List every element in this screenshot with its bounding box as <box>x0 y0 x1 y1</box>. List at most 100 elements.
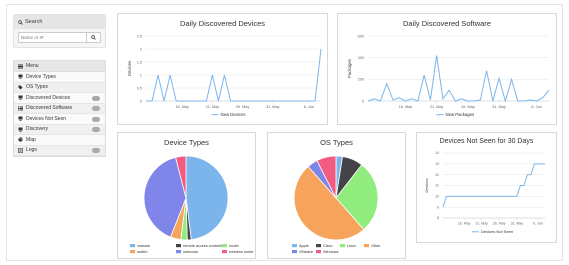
search-header: Search <box>14 15 105 29</box>
software-line-chart: 0 200 400 600 16. May 21. May 26. May 31. May 6.… <box>347 34 550 117</box>
item-badge <box>92 127 100 132</box>
legend-swatch <box>130 250 135 254</box>
x-tick-label: 6. Jun <box>533 222 543 226</box>
menu-list-icon <box>18 64 23 68</box>
y-tick-label: 13 <box>435 162 439 166</box>
item-badge <box>92 95 100 101</box>
desktop-icon <box>18 74 23 79</box>
search-input[interactable] <box>18 32 88 43</box>
sidebar-item-label: OS Types <box>26 84 48 91</box>
devices-line-chart: 0 0.5 1 1.5 2 2.5 16. May 21. May 26. May 31. May… <box>127 34 322 117</box>
tag-icon <box>18 85 23 90</box>
panel-devices-not-seen: Devices Not Seen for 30 Days 8 9 10 11 12 13 1… <box>416 132 557 243</box>
x-tick-label: 21. May <box>475 222 488 226</box>
legend-label: vmware <box>137 244 150 248</box>
search-button[interactable] <box>87 32 101 43</box>
search-icon <box>91 35 96 40</box>
legend-swatch <box>176 244 181 248</box>
y-tick-label: 2.5 <box>137 34 142 38</box>
menu-title: Menu <box>26 62 39 69</box>
y-tick-label: 1.5 <box>137 60 142 64</box>
desktop-icon <box>18 116 23 121</box>
legend-label: Cisco <box>323 244 333 248</box>
desktop-icon <box>18 95 23 100</box>
y-tick-label: 14 <box>435 151 439 155</box>
legend-swatch <box>130 244 135 248</box>
legend-label: wireless router <box>229 250 254 254</box>
sidebar-item-logs[interactable]: Logs <box>14 145 105 156</box>
legend-label: remote access controller <box>183 244 225 248</box>
sidebar-item-label: Discovered Software <box>26 105 73 112</box>
sidebar-item-discovered-devices[interactable]: Discovered Devices <box>14 93 105 104</box>
x-tick-label: 31. May <box>266 105 280 109</box>
x-tick-label: 31. May <box>511 222 524 226</box>
legend-label: unknown <box>183 250 198 254</box>
y-tick-label: 9 <box>437 205 439 209</box>
sidebar-item-label: Device Types <box>26 73 56 80</box>
y-tick-label: 0.5 <box>137 86 142 90</box>
y-tick-label: 8 <box>437 216 439 220</box>
y-tick-label: 10 <box>435 195 439 199</box>
x-tick-label: 16. May <box>458 222 471 226</box>
legend-label: router <box>229 244 240 248</box>
sidebar-item-discovered-software[interactable]: Discovered Software <box>14 103 105 114</box>
y-tick-label: 2 <box>140 47 142 51</box>
x-tick-label: 26. May <box>493 222 506 226</box>
legend-swatch <box>176 250 181 254</box>
legend-swatch <box>292 244 297 248</box>
panel-daily-discovered-software: Daily Discovered Software 0 200 400 600 16. … <box>337 13 557 125</box>
sidebar-item-discovery[interactable]: Discovery <box>14 124 105 135</box>
list-icon <box>18 106 23 111</box>
search-panel: Search <box>13 14 106 48</box>
not-seen-line-chart: 8 9 10 11 12 13 14 16. May 21. May 26. May 31. May… <box>424 151 545 234</box>
globe-icon <box>18 137 23 142</box>
panel-os-types: OS Types Apple Cisco Linux Other VMware Windo… <box>267 132 406 259</box>
legend-label: Devices Not Seen <box>481 229 513 234</box>
legend-swatch <box>316 250 321 254</box>
x-tick-label: 6. Jun <box>531 105 541 109</box>
y-axis-label: Devices <box>127 61 132 76</box>
search-title: Search <box>25 19 43 25</box>
y-tick-label: 0 <box>362 99 364 103</box>
y-tick-label: 200 <box>358 78 364 82</box>
panel-daily-discovered-devices: Daily Discovered Devices 0 0.5 1 1.5 2 2.5 16.… <box>117 13 328 125</box>
sidebar-item-label: Map <box>26 136 36 143</box>
y-tick-label: 1 <box>140 73 142 77</box>
legend-label: switch <box>137 250 148 254</box>
x-tick-label: 21. May <box>430 105 444 109</box>
sidebar-item-devices-not-seen[interactable]: Devices Not Seen <box>14 114 105 125</box>
x-tick-label: 31. May <box>492 105 506 109</box>
panel-device-types: Device Types vmware remote access control… <box>117 132 256 259</box>
desktop-icon <box>18 127 23 132</box>
x-tick-label: 16. May <box>399 105 413 109</box>
os-types-pie-chart: Apple Cisco Linux Other VMware Windows <box>292 155 381 254</box>
x-tick-label: 6. Jun <box>304 105 314 109</box>
x-tick-label: 21. May <box>206 105 220 109</box>
sidebar-item-label: Logs <box>26 147 37 154</box>
x-tick-label: 16. May <box>175 105 189 109</box>
legend-swatch <box>222 250 227 254</box>
legend-swatch <box>316 244 321 248</box>
search-icon <box>18 19 23 25</box>
legend-label: Windows <box>323 250 339 254</box>
item-badge <box>92 106 100 111</box>
sidebar-item-label: Discovery <box>26 126 48 133</box>
legend-label: New Packages <box>446 112 475 117</box>
legend-swatch <box>364 244 369 248</box>
legend-swatch <box>222 244 227 248</box>
x-tick-label: 26. May <box>461 105 475 109</box>
item-badge <box>92 116 100 122</box>
menu-panel: Menu Device Types OS Types Discovered De… <box>13 60 106 157</box>
log-book-icon <box>18 147 23 153</box>
series-line <box>367 55 550 103</box>
sidebar-item-label: Devices Not Seen <box>26 115 67 122</box>
sidebar: Search Menu Device Types OS Types Discov… <box>13 14 106 157</box>
sidebar-item-map[interactable]: Map <box>14 135 105 146</box>
sidebar-item-os-types[interactable]: OS Types <box>14 82 105 93</box>
legend-swatch <box>292 250 297 254</box>
legend-label: VMware <box>299 250 313 254</box>
legend-label: Apple <box>299 244 309 248</box>
pie-slice <box>185 155 229 241</box>
legend-label: New Devices <box>221 112 246 117</box>
sidebar-item-device-types[interactable]: Device Types <box>14 72 105 83</box>
